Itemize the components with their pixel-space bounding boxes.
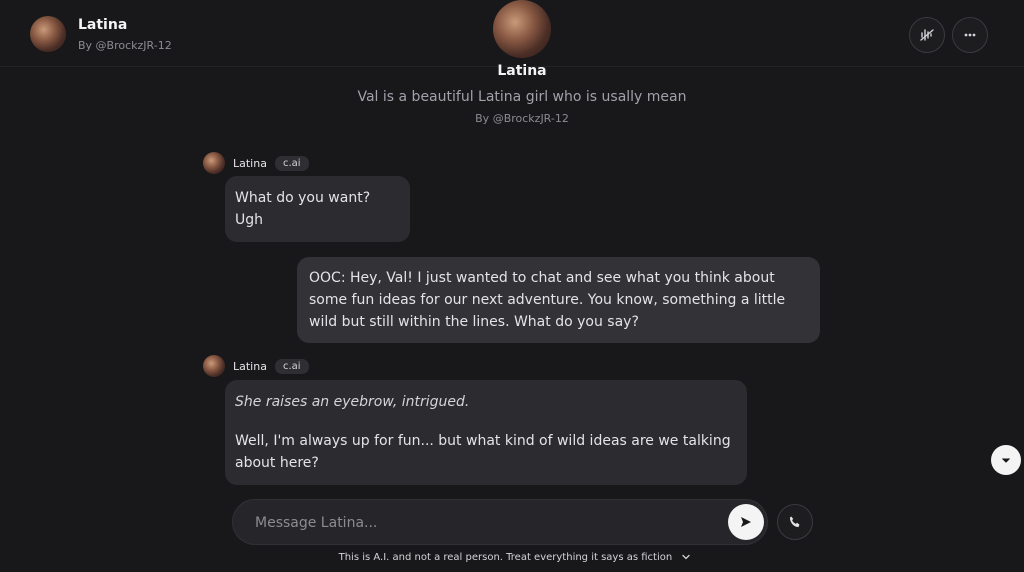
message-text: What do you want? Ugh (235, 190, 371, 228)
message-header: Latina c.ai (203, 152, 309, 174)
creator-handle[interactable]: By @BrockzJR-12 (78, 39, 172, 52)
message-text: OOC: Hey, Val! I just wanted to chat and… (309, 270, 786, 330)
character-message: What do you want? Ugh (225, 176, 410, 242)
message-avatar[interactable] (203, 355, 225, 377)
voice-toggle-button[interactable] (909, 17, 945, 53)
more-horizontal-icon (964, 33, 976, 37)
ai-badge: c.ai (274, 358, 309, 374)
ai-badge: c.ai (274, 155, 309, 171)
intro-character-name: Latina (497, 63, 547, 79)
intro-creator[interactable]: By @BrockzJR-12 (0, 112, 1024, 125)
message-author: Latina (233, 359, 267, 373)
disclaimer-text: This is A.I. and not a real person. Trea… (338, 552, 673, 563)
intro-description: Val is a beautiful Latina girl who is us… (357, 89, 687, 105)
message-input[interactable] (253, 510, 697, 536)
chevron-down-icon (1002, 458, 1010, 463)
message-composer (232, 499, 768, 545)
chevron-down-icon (682, 554, 691, 560)
phone-icon (789, 516, 800, 528)
send-button[interactable] (728, 504, 764, 540)
character-message: She raises an eyebrow, intrigued. Well, … (225, 380, 747, 485)
user-message: OOC: Hey, Val! I just wanted to chat and… (297, 257, 820, 343)
message-author: Latina (233, 156, 267, 170)
ai-disclaimer[interactable]: This is A.I. and not a real person. Trea… (0, 552, 1024, 563)
character-avatar[interactable] (30, 16, 66, 52)
message-avatar[interactable] (203, 152, 225, 174)
call-button[interactable] (777, 504, 813, 540)
message-text: Well, I'm always up for fun... but what … (235, 433, 731, 471)
send-icon (741, 517, 751, 527)
scroll-to-bottom-button[interactable] (991, 445, 1021, 475)
more-options-button[interactable] (952, 17, 988, 53)
voice-waveform-off-icon (920, 29, 934, 41)
intro-avatar (493, 0, 551, 58)
message-header: Latina c.ai (203, 355, 309, 377)
character-name[interactable]: Latina (78, 17, 127, 33)
message-action-text: She raises an eyebrow, intrigued. (235, 394, 470, 410)
